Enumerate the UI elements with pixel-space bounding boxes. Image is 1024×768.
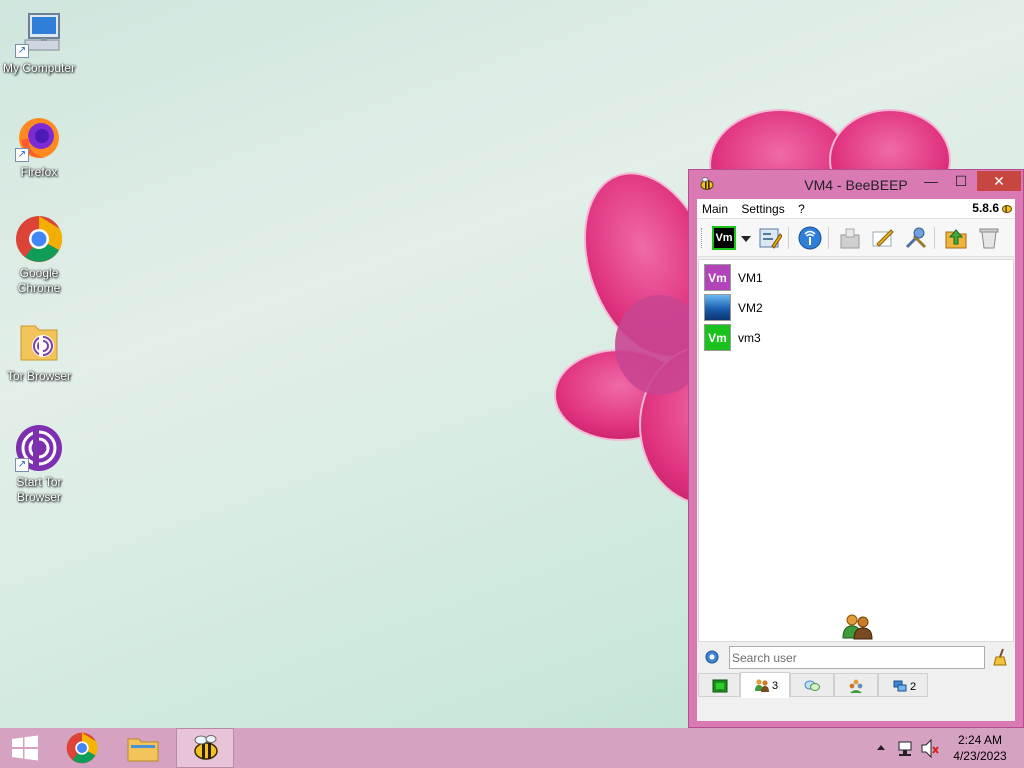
vote-icon[interactable] [838, 226, 862, 250]
tab-status[interactable] [698, 673, 740, 697]
volume-muted-icon[interactable] [920, 728, 940, 768]
avatar: Vm [704, 264, 731, 291]
chats-icon [804, 680, 820, 691]
shares-count: 2 [910, 681, 917, 693]
list-item-user[interactable]: Vm VM1 [704, 264, 904, 292]
gear-icon[interactable] [704, 649, 720, 665]
menu-bar: Main Settings ? 5.8.6 [697, 199, 1015, 219]
toolbar-separator [788, 227, 789, 249]
users-icon [755, 679, 769, 692]
taskbar-clock[interactable]: 2:24 AM 4/23/2023 [946, 732, 1014, 764]
computer-icon: ↗ [15, 10, 63, 58]
users-count: 3 [772, 680, 779, 692]
desktop-icon-label: Google Chrome [17, 266, 61, 295]
taskbar-beebeep[interactable] [176, 728, 234, 768]
chevron-down-icon[interactable] [741, 236, 751, 242]
tor-icon: ↗ [15, 424, 63, 472]
tab-shares[interactable]: 2 [878, 673, 928, 697]
tab-chats[interactable] [790, 673, 834, 697]
toolbar-grip[interactable] [701, 228, 704, 248]
close-button[interactable]: ✕ [977, 171, 1021, 191]
version-label: 5.8.6 [972, 201, 999, 215]
taskbar-file-explorer[interactable] [115, 728, 173, 768]
groups-icon [849, 679, 863, 693]
search-user-input[interactable] [729, 646, 985, 669]
network-broadcast-icon[interactable] [798, 226, 822, 250]
minimize-button[interactable]: — [917, 171, 945, 191]
network-icon[interactable] [897, 728, 915, 768]
tools-icon[interactable] [904, 226, 928, 250]
user-list: Vm VM1 VM2 Vm vm3 [698, 259, 1014, 642]
title-bar[interactable]: VM4 - BeeBEEP — ☐ ✕ [689, 170, 1023, 200]
bottom-tabs: 3 2 [698, 671, 1014, 699]
list-item-user[interactable]: Vm vm3 [704, 324, 904, 352]
tray-overflow-chevron-icon[interactable] [874, 728, 888, 768]
tor-folder-icon [15, 318, 63, 366]
edit-profile-icon[interactable] [758, 226, 782, 250]
toolbar: Vm [697, 219, 1015, 257]
menu-settings[interactable]: Settings [736, 199, 789, 216]
shortcut-arrow-icon: ↗ [15, 458, 29, 472]
users-group-icon [842, 614, 873, 640]
shares-icon [893, 680, 907, 692]
search-row [698, 643, 1014, 671]
chrome-icon [66, 732, 98, 764]
user-name: VM2 [738, 301, 763, 315]
tab-groups[interactable] [834, 673, 878, 697]
shortcut-arrow-icon: ↗ [15, 148, 29, 162]
download-folder-icon[interactable] [944, 226, 968, 250]
taskbar-chrome[interactable] [54, 728, 112, 768]
windows-logo-icon [12, 735, 38, 761]
status-selector-button[interactable]: Vm [712, 226, 738, 250]
user-name: VM1 [738, 271, 763, 285]
list-item-user[interactable]: VM2 [704, 294, 904, 322]
avatar: Vm [704, 324, 731, 351]
desktop-icon-label: Firefox [20, 165, 58, 179]
taskbar: 2:24 AM 4/23/2023 [0, 728, 1024, 768]
tab-users[interactable]: 3 [740, 672, 790, 698]
desktop-icon-start-tor-browser[interactable]: ↗ Start Tor Browser [0, 424, 78, 505]
desktop-icon-tor-browser[interactable]: Tor Browser [0, 318, 78, 384]
desktop-icon-my-computer[interactable]: ↗ My Computer [0, 10, 78, 76]
start-button[interactable] [0, 728, 50, 768]
bee-icon [194, 735, 218, 760]
desktop-icon-label: My Computer [2, 61, 76, 75]
update-bee-icon[interactable] [1001, 202, 1013, 214]
toolbar-separator [934, 227, 935, 249]
clear-search-icon[interactable] [991, 648, 1009, 666]
beebeep-window: VM4 - BeeBEEP — ☐ ✕ Main Settings ? 5.8.… [688, 169, 1024, 728]
desktop-icon-google-chrome[interactable]: Google Chrome [0, 215, 78, 296]
menu-main[interactable]: Main [697, 199, 733, 216]
write-message-icon[interactable] [871, 226, 895, 250]
user-name: vm3 [738, 331, 761, 345]
window-client-area: Main Settings ? 5.8.6 Vm Vm VM1 VM2 Vm v… [697, 199, 1015, 721]
firefox-icon: ↗ [15, 114, 63, 162]
folder-icon [127, 738, 159, 762]
desktop-icon-label: Tor Browser [6, 369, 71, 383]
maximize-button[interactable]: ☐ [947, 171, 975, 191]
trash-icon[interactable] [977, 226, 1001, 250]
clock-date: 4/23/2023 [953, 749, 1007, 763]
clock-time: 2:24 AM [957, 733, 1003, 747]
desktop-icon-label: Start Tor Browser [16, 475, 62, 504]
status-avatar: Vm [712, 226, 736, 250]
menu-help[interactable]: ? [793, 199, 810, 216]
shortcut-arrow-icon: ↗ [15, 44, 29, 58]
toolbar-separator [828, 227, 829, 249]
chrome-icon [15, 215, 63, 263]
desktop-icon-firefox[interactable]: ↗ Firefox [0, 114, 78, 180]
status-icon [712, 679, 728, 693]
avatar [704, 294, 731, 321]
